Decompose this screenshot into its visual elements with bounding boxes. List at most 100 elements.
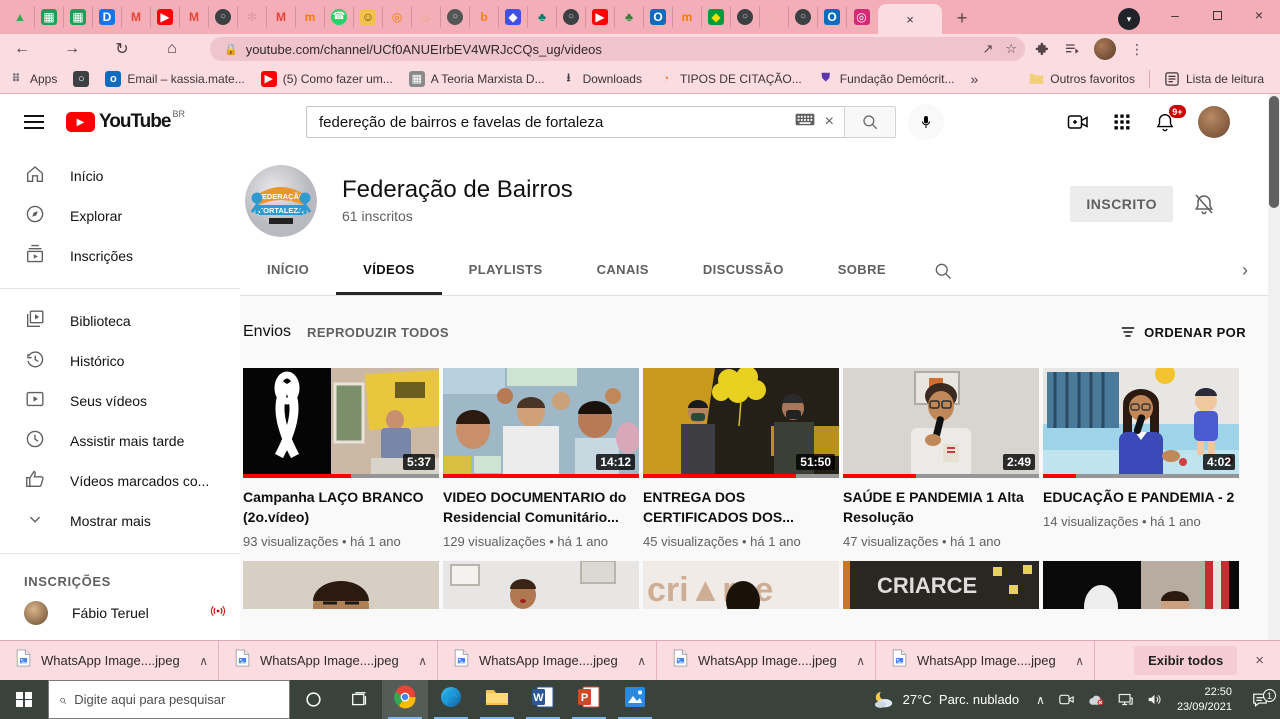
active-tab[interactable]: × (878, 4, 942, 34)
video-title[interactable]: EDUCAÇÃO E PANDEMIA - 2 (1043, 487, 1235, 507)
taskbar-app-word[interactable]: W (520, 680, 566, 719)
sidebar-item-seus-v-deos[interactable]: Seus vídeos (0, 381, 240, 421)
notifications-bell-icon[interactable]: 9+ (1154, 111, 1176, 133)
citacao-bookmark[interactable]: ◔TIPOS DE CITAÇÃO... (650, 67, 810, 91)
youtube-bookmark[interactable]: ▶(5) Como fazer um... (253, 67, 401, 91)
new-tab-button[interactable]: + (948, 4, 976, 32)
sidebar-item-biblioteca[interactable]: Biblioteca (0, 301, 240, 341)
channel-search-icon[interactable] (913, 246, 973, 295)
fundacao-bookmark[interactable]: ⛊Fundação Demócrit... (810, 67, 963, 91)
pinned-tab[interactable]: ◎ (847, 6, 876, 28)
bookmarks-overflow-icon[interactable]: » (962, 71, 986, 87)
onedrive-error-icon[interactable] (1081, 694, 1111, 706)
pinned-tab[interactable]: ○ (789, 6, 818, 28)
teoria-bookmark[interactable]: ▦A Teoria Marxista D... (401, 67, 553, 91)
download-item[interactable]: WhatsApp Image....jpeg∧ (438, 641, 657, 681)
downloads-bookmark[interactable]: ⭳Downloads (553, 67, 650, 91)
taskbar-app-edge[interactable] (428, 680, 474, 719)
download-item[interactable]: WhatsApp Image....jpeg∧ (219, 641, 438, 681)
video-thumbnail[interactable] (443, 561, 639, 609)
download-chevron-icon[interactable]: ∧ (1075, 654, 1084, 668)
tab-vídeos[interactable]: VÍDEOS (336, 246, 442, 295)
pinned-tab[interactable]: ▦ (35, 6, 64, 28)
pinned-tab[interactable]: O (818, 6, 847, 28)
home-button[interactable]: ⌂ (158, 36, 186, 62)
tab-início[interactable]: INÍCIO (240, 246, 336, 295)
video-thumbnail[interactable] (243, 561, 439, 609)
pinned-tab[interactable]: D (93, 6, 122, 28)
weather-widget[interactable]: 27°C Parc. nublado (863, 690, 1030, 710)
video-title[interactable]: SAÚDE E PANDEMIA 1 Alta Resolução (843, 487, 1035, 527)
tab-canais[interactable]: CANAIS (570, 246, 676, 295)
page-scrollbar[interactable] (1268, 94, 1280, 640)
taskbar-clock[interactable]: 22:50 23/09/2021 (1169, 685, 1240, 715)
pinned-tab[interactable]: ◎ (383, 6, 412, 28)
sidebar-item-explorar[interactable]: Explorar (0, 196, 240, 236)
pinned-tab[interactable]: M (122, 6, 151, 28)
bell-muted-icon[interactable] (1192, 192, 1216, 221)
video-thumbnail[interactable]: 14:12 (443, 368, 639, 478)
reload-button[interactable]: ↻ (108, 36, 136, 62)
sidebar-item-mostrar-mais[interactable]: Mostrar mais (0, 501, 240, 541)
download-item[interactable]: WhatsApp Image....jpeg∧ (0, 641, 219, 681)
download-chevron-icon[interactable]: ∧ (856, 654, 865, 668)
task-view-button[interactable] (336, 680, 382, 719)
meet-now-icon[interactable] (1052, 693, 1081, 706)
download-chevron-icon[interactable]: ∧ (418, 654, 427, 668)
browser-avatar[interactable] (1094, 38, 1116, 60)
youtube-logo[interactable]: ▶ YouTube BR (66, 112, 185, 132)
tab-playlists[interactable]: PLAYLISTS (442, 246, 570, 295)
media-queue-icon[interactable] (1064, 41, 1080, 57)
download-item[interactable]: WhatsApp Image....jpeg∧ (657, 641, 876, 681)
video-thumbnail[interactable]: 5:37 (243, 368, 439, 478)
start-button[interactable] (0, 680, 48, 719)
taskbar-app-chrome[interactable] (382, 680, 428, 719)
mic-button[interactable] (908, 104, 944, 140)
taskbar-app-powerpoint[interactable]: P (566, 680, 612, 719)
pinned-tab[interactable]: m (673, 6, 702, 28)
video-card[interactable]: 5:37Campanha LAÇO BRANCO (2o.vídeo)93 vi… (243, 368, 439, 549)
account-avatar[interactable] (1198, 106, 1230, 138)
window-restore-button[interactable] (1196, 0, 1238, 30)
channel-avatar[interactable]: FEDERAÇÃO FORTALEZA (245, 165, 317, 237)
video-title[interactable]: Campanha LAÇO BRANCO (2o.vídeo) (243, 487, 435, 527)
pinned-tab[interactable]: O (644, 6, 673, 28)
pinned-tab[interactable]: ▲ (6, 6, 35, 28)
keyboard-icon[interactable] (795, 113, 815, 131)
pinned-tab[interactable]: M (180, 6, 209, 28)
pinned-tab[interactable]: ☺ (354, 6, 383, 28)
back-button[interactable]: ← (8, 36, 36, 62)
extensions-puzzle-icon[interactable] (1035, 42, 1050, 57)
hamburger-menu-icon[interactable] (24, 115, 44, 129)
tabs-scroll-right-icon[interactable]: › (1242, 246, 1268, 295)
share-icon[interactable]: ↗ (982, 41, 993, 57)
taskbar-search-box[interactable]: ⌕ Digite aqui para pesquisar (48, 680, 290, 719)
pinned-tab[interactable]: m (296, 6, 325, 28)
pinned-tab[interactable]: ▶ (151, 6, 180, 28)
sidebar-subscription-item[interactable]: Fábio Teruel (0, 593, 240, 633)
pinned-tab[interactable]: ○ (557, 6, 586, 28)
download-chevron-icon[interactable]: ∧ (199, 654, 208, 668)
youtube-search-box[interactable]: × (306, 106, 844, 138)
video-thumbnail[interactable]: 2:49 (843, 368, 1039, 478)
sidebar-item-in-cio[interactable]: Início (0, 156, 240, 196)
browser-profile-chip[interactable]: ▾ (1118, 8, 1140, 30)
create-video-icon[interactable] (1066, 110, 1090, 134)
subscribed-button[interactable]: INSCRITO (1070, 186, 1173, 222)
pinned-tab[interactable]: M (267, 6, 296, 28)
video-thumbnail[interactable]: 51:50 (643, 368, 839, 478)
show-all-downloads-button[interactable]: Exibir todos (1134, 646, 1237, 675)
action-center-button[interactable]: 1 (1240, 692, 1280, 707)
taskbar-app-explorer[interactable] (474, 680, 520, 719)
sort-by-button[interactable]: ORDENAR POR (1120, 325, 1246, 340)
window-close-button[interactable]: × (1238, 0, 1280, 30)
sidebar-item-v-deos-marcados-co-[interactable]: Vídeos marcados co... (0, 461, 240, 501)
video-card[interactable]: 4:02EDUCAÇÃO E PANDEMIA - 214 visualizaç… (1043, 368, 1239, 549)
window-minimize-button[interactable]: – (1154, 0, 1196, 30)
bookmark-star-icon[interactable]: ☆ (1005, 41, 1017, 57)
pinned-tab[interactable]: ✼ (238, 6, 267, 28)
downloads-bar-close-icon[interactable]: × (1255, 652, 1264, 669)
other-favorites-button[interactable]: Outros favoritos (1020, 67, 1143, 91)
clear-search-icon[interactable]: × (825, 113, 834, 131)
pinned-tab[interactable]: ◆ (499, 6, 528, 28)
